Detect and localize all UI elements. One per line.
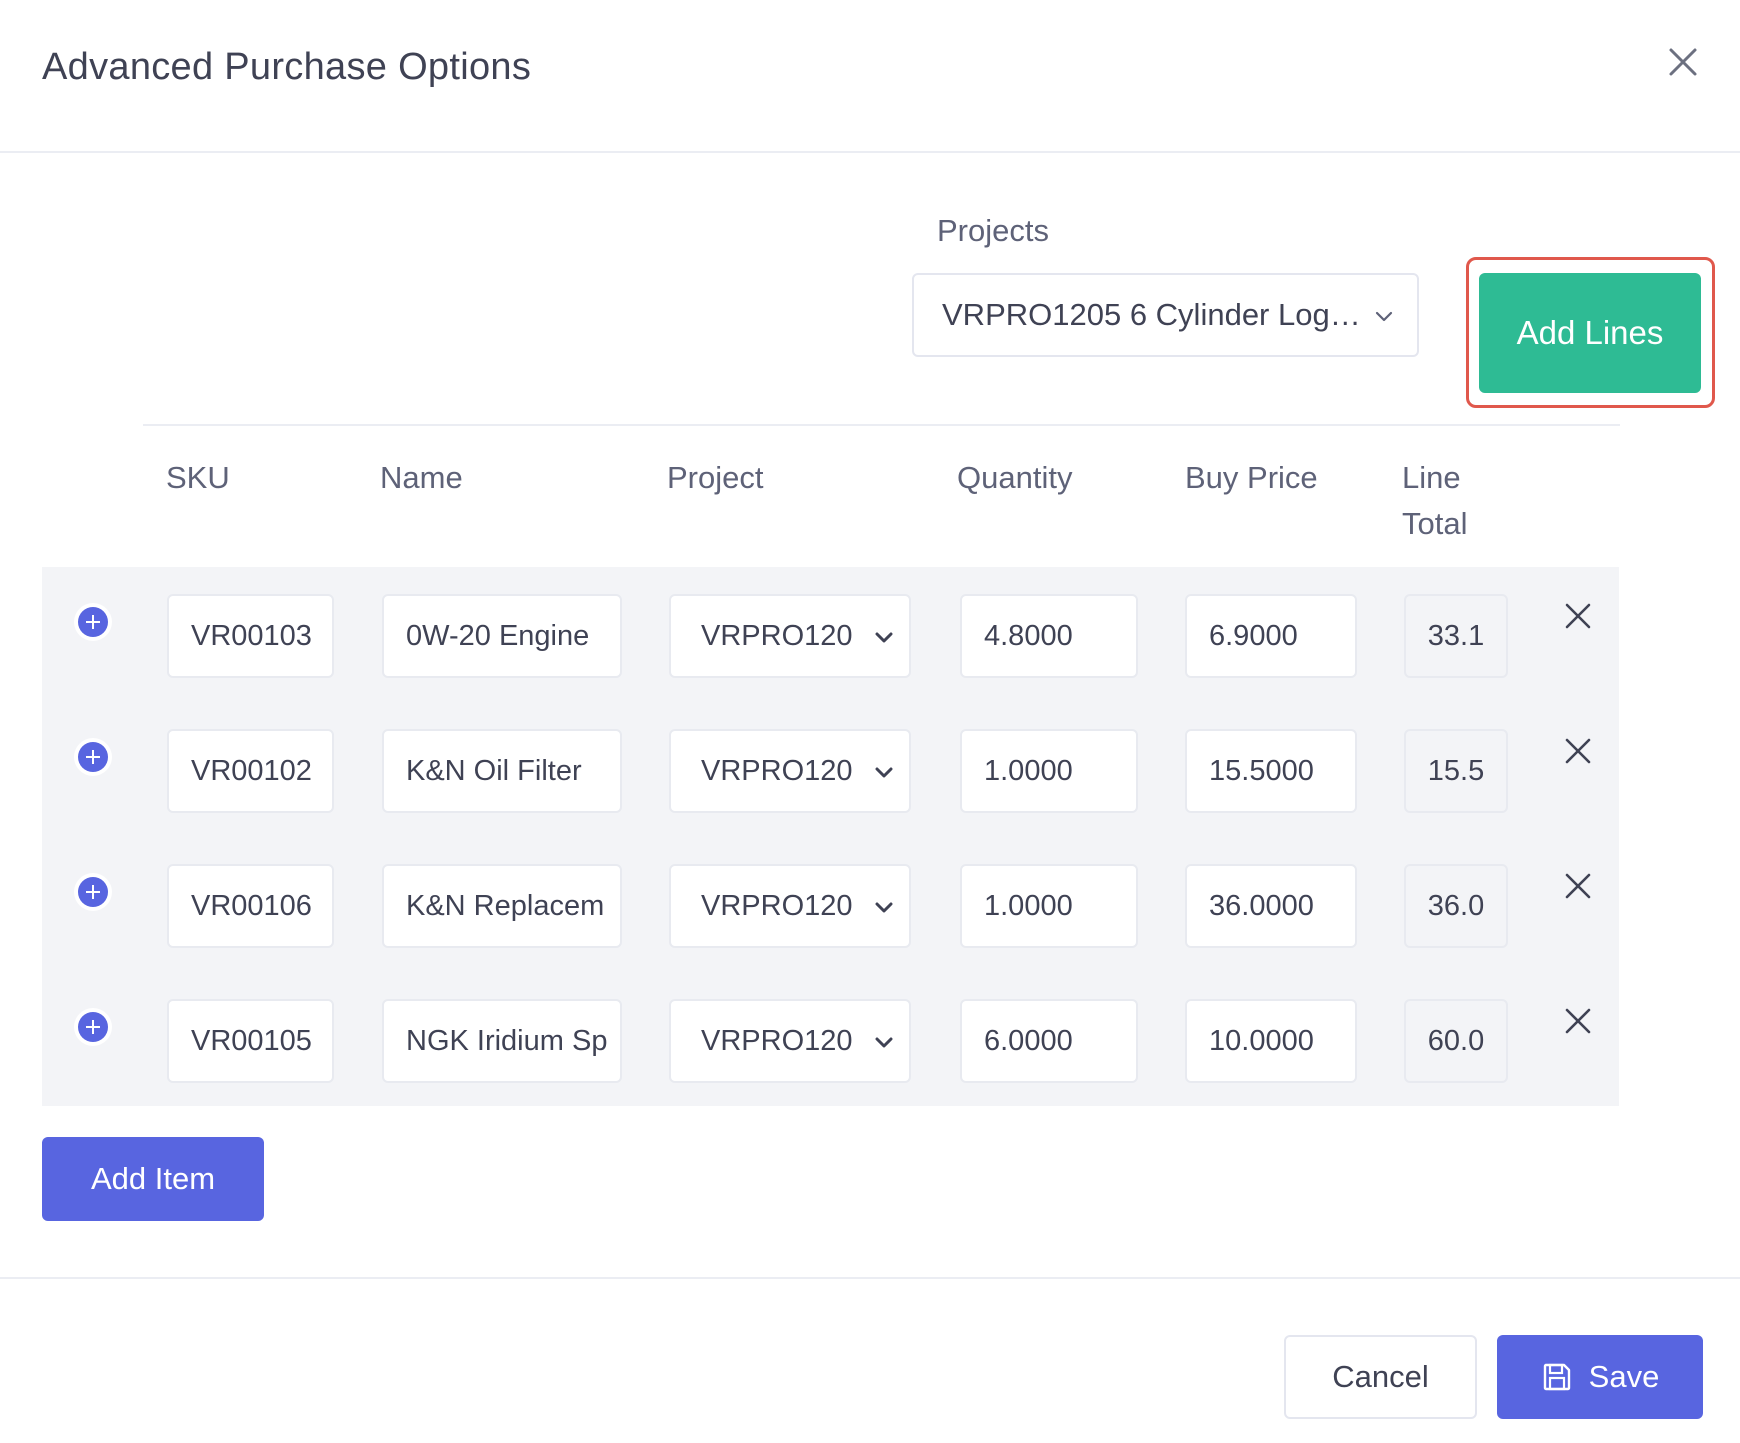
plus-circle-icon[interactable]	[73, 872, 113, 912]
chevron-down-icon	[1375, 311, 1393, 322]
quantity-input[interactable]: 1.0000	[960, 864, 1138, 948]
column-header-buy-price: Buy Price	[1185, 460, 1318, 495]
project-select-value: VRPRO120	[701, 619, 853, 652]
projects-select-value: VRPRO1205 6 Cylinder Log…	[942, 297, 1361, 332]
project-select-value: VRPRO120	[701, 889, 853, 922]
project-select-value: VRPRO120	[701, 754, 853, 787]
footer-divider	[0, 1277, 1740, 1279]
sku-input[interactable]: VR00103	[167, 594, 334, 678]
quantity-input[interactable]: 6.0000	[960, 999, 1138, 1083]
project-select-value: VRPRO120	[701, 1024, 853, 1057]
project-select[interactable]: VRPRO120	[669, 729, 911, 813]
buy-price-input[interactable]: 15.5000	[1185, 729, 1357, 813]
chevron-down-icon	[875, 767, 893, 778]
cancel-button[interactable]: Cancel	[1284, 1335, 1477, 1419]
line-total-value: 15.5	[1404, 729, 1508, 813]
quantity-input[interactable]: 1.0000	[960, 729, 1138, 813]
chevron-down-icon	[875, 632, 893, 643]
quantity-input[interactable]: 4.8000	[960, 594, 1138, 678]
line-total-value: 60.0	[1404, 999, 1508, 1083]
remove-row-icon[interactable]	[1562, 735, 1594, 767]
save-button-label: Save	[1588, 1359, 1660, 1394]
table-row: VR00105 NGK Iridium Sp VRPRO120 6.0000 1…	[42, 972, 1619, 1107]
project-select[interactable]: VRPRO120	[669, 864, 911, 948]
advanced-purchase-options-modal: Advanced Purchase Options Projects VRPRO…	[0, 0, 1740, 1443]
buy-price-input[interactable]: 6.9000	[1185, 594, 1357, 678]
add-item-button[interactable]: Add Item	[42, 1137, 264, 1221]
table-row: VR00102 K&N Oil Filter VRPRO120 1.0000 1…	[42, 702, 1619, 837]
column-header-line-total: Line Total	[1402, 460, 1468, 541]
chevron-down-icon	[875, 1037, 893, 1048]
sku-input[interactable]: VR00106	[167, 864, 334, 948]
plus-circle-icon[interactable]	[73, 602, 113, 642]
sku-input[interactable]: VR00105	[167, 999, 334, 1083]
buy-price-input[interactable]: 36.0000	[1185, 864, 1357, 948]
sku-input[interactable]: VR00102	[167, 729, 334, 813]
line-total-value: 33.1	[1404, 594, 1508, 678]
table-row: VR00106 K&N Replacem VRPRO120 1.0000 36.…	[42, 837, 1619, 972]
column-header-sku: SKU	[166, 460, 230, 495]
column-header-quantity: Quantity	[957, 460, 1073, 495]
remove-row-icon[interactable]	[1562, 600, 1594, 632]
table-row: VR00103 0W-20 Engine VRPRO120 4.8000 6.9…	[42, 567, 1619, 702]
add-lines-button[interactable]: Add Lines	[1479, 273, 1701, 393]
buy-price-input[interactable]: 10.0000	[1185, 999, 1357, 1083]
remove-row-icon[interactable]	[1562, 1005, 1594, 1037]
plus-circle-icon[interactable]	[73, 737, 113, 777]
plus-circle-icon[interactable]	[73, 1007, 113, 1047]
modal-header: Advanced Purchase Options	[0, 0, 1740, 153]
project-select[interactable]: VRPRO120	[669, 594, 911, 678]
name-input[interactable]: K&N Replacem	[382, 864, 622, 948]
line-total-value: 36.0	[1404, 864, 1508, 948]
name-input[interactable]: NGK Iridium Sp	[382, 999, 622, 1083]
close-icon[interactable]	[1665, 44, 1701, 80]
floppy-disk-icon	[1543, 1363, 1570, 1391]
save-button[interactable]: Save	[1497, 1335, 1703, 1419]
column-header-name: Name	[380, 460, 463, 495]
modal-title: Advanced Purchase Options	[42, 46, 532, 88]
column-header-project: Project	[667, 460, 764, 495]
projects-label: Projects	[937, 213, 1049, 248]
chevron-down-icon	[875, 902, 893, 913]
remove-row-icon[interactable]	[1562, 870, 1594, 902]
project-select[interactable]: VRPRO120	[669, 999, 911, 1083]
table-divider	[143, 424, 1620, 426]
name-input[interactable]: 0W-20 Engine	[382, 594, 622, 678]
projects-select[interactable]: VRPRO1205 6 Cylinder Log…	[912, 273, 1419, 357]
name-input[interactable]: K&N Oil Filter	[382, 729, 622, 813]
